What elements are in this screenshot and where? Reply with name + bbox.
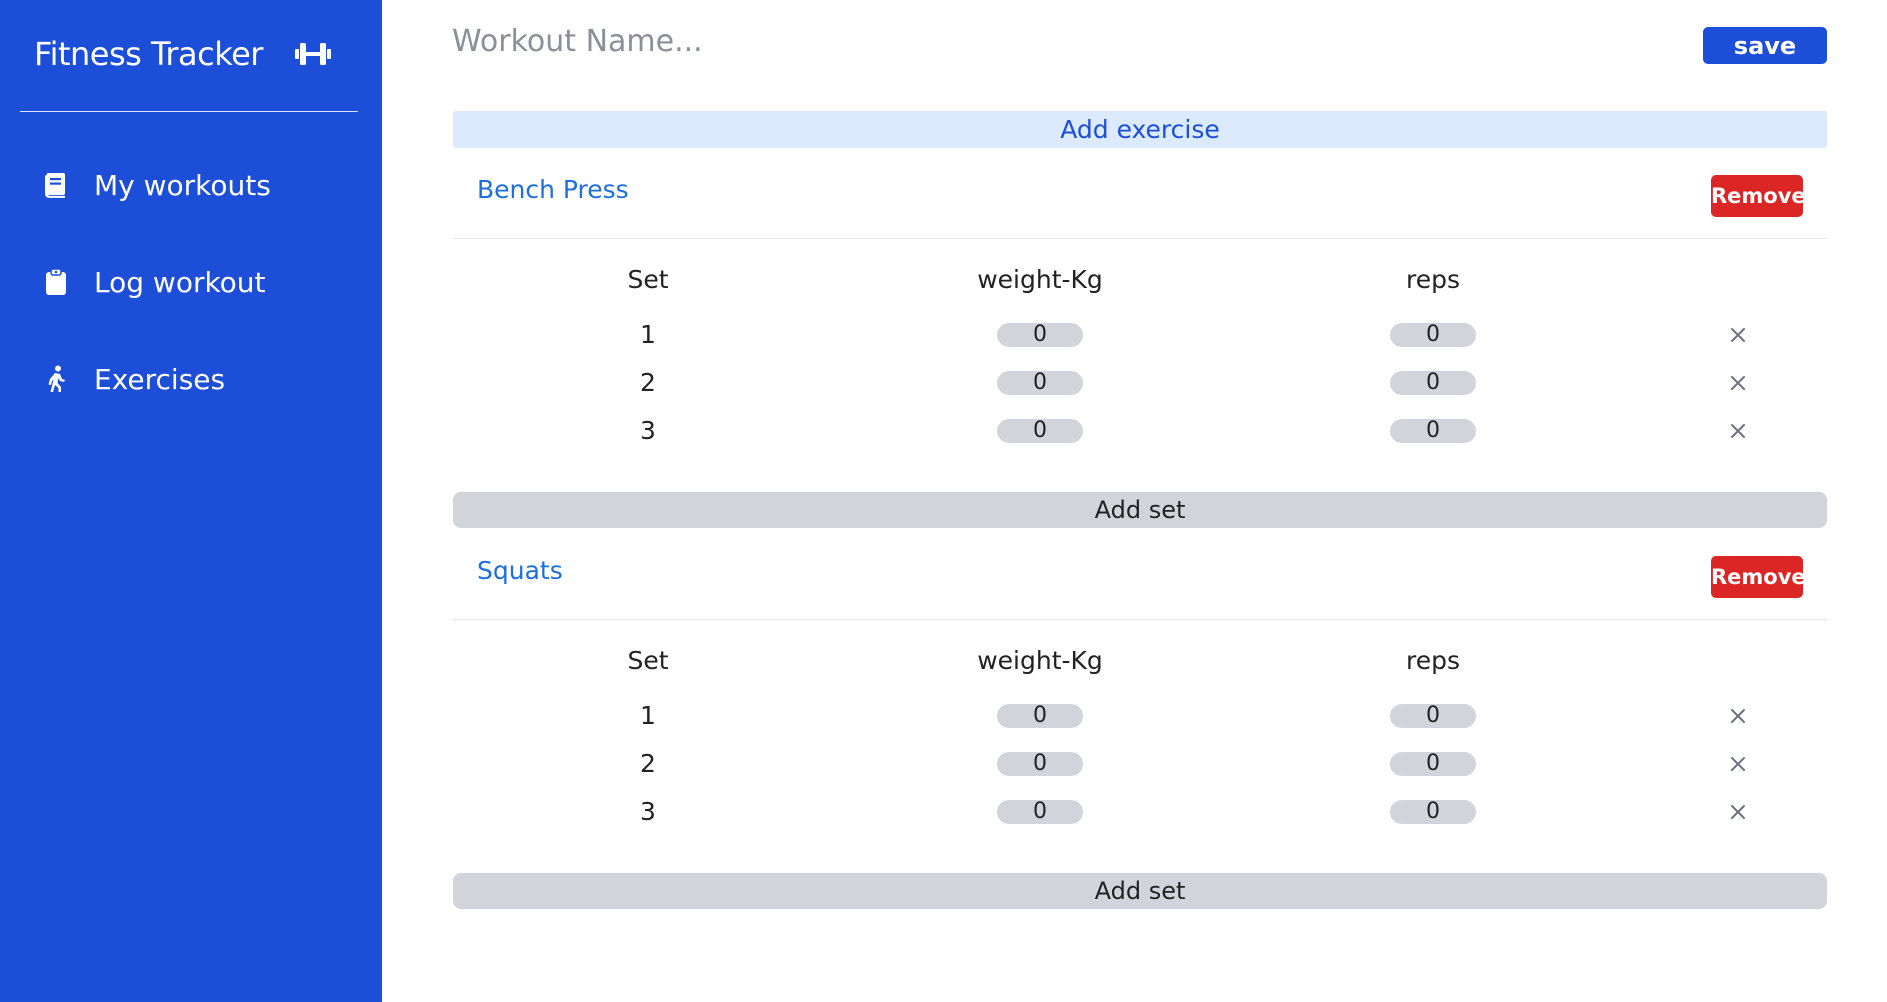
sidebar-item-label: Log workout (94, 265, 266, 299)
exercise-name[interactable]: Bench Press (477, 175, 629, 204)
add-exercise-button[interactable]: Add exercise (453, 111, 1827, 148)
delete-set-icon[interactable] (1721, 795, 1755, 829)
set-number: 3 (640, 797, 656, 826)
main-content: save Add exercise Bench Press Remove Set… (382, 0, 1887, 1002)
exercise-card: Bench Press Remove Set weight-Kg reps 1 … (453, 153, 1827, 528)
column-header-weight: weight-Kg (977, 265, 1103, 294)
set-number: 1 (640, 701, 656, 730)
sidebar-divider (20, 111, 358, 112)
column-header-set: Set (627, 265, 669, 294)
save-button[interactable]: save (1703, 27, 1827, 64)
delete-set-icon[interactable] (1721, 747, 1755, 781)
column-header-reps: reps (1405, 265, 1460, 294)
delete-set-icon[interactable] (1721, 414, 1755, 448)
set-row: 3 0 0 (453, 410, 1827, 450)
sidebar: Fitness Tracker My workouts Log workout … (0, 0, 382, 1002)
set-row: 2 0 0 (453, 362, 1827, 402)
sidebar-item-my-workouts[interactable]: My workouts (42, 165, 271, 205)
reps-input[interactable]: 0 (1390, 323, 1476, 347)
sets-table: Set weight-Kg reps 1 0 0 2 0 0 3 0 0 (453, 239, 1827, 489)
weight-input[interactable]: 0 (997, 371, 1083, 395)
workout-name-input[interactable] (452, 20, 1152, 62)
weight-input[interactable]: 0 (997, 800, 1083, 824)
exercise-header: Squats Remove (453, 534, 1827, 620)
reps-input[interactable]: 0 (1390, 704, 1476, 728)
dumbbell-icon (293, 39, 333, 69)
set-row: 3 0 0 (453, 791, 1827, 831)
exercise-header: Bench Press Remove (453, 153, 1827, 239)
exercise-card: Squats Remove Set weight-Kg reps 1 0 0 2 (453, 534, 1827, 909)
delete-set-icon[interactable] (1721, 366, 1755, 400)
remove-exercise-button[interactable]: Remove (1711, 556, 1806, 598)
sidebar-item-label: Exercises (94, 362, 226, 396)
delete-set-icon[interactable] (1721, 318, 1755, 352)
reps-input[interactable]: 0 (1390, 752, 1476, 776)
weight-input[interactable]: 0 (997, 419, 1083, 443)
column-header-reps: reps (1405, 646, 1460, 675)
set-row: 1 0 0 (453, 695, 1827, 735)
book-icon (42, 170, 70, 200)
add-set-button[interactable]: Add set (453, 492, 1827, 528)
set-row: 1 0 0 (453, 314, 1827, 354)
sets-table: Set weight-Kg reps 1 0 0 2 0 0 3 0 0 (453, 620, 1827, 870)
reps-input[interactable]: 0 (1390, 419, 1476, 443)
set-number: 2 (640, 368, 656, 397)
set-number: 3 (640, 416, 656, 445)
sidebar-item-label: My workouts (94, 168, 271, 202)
walking-icon (42, 364, 70, 394)
sidebar-item-exercises[interactable]: Exercises (42, 359, 225, 399)
delete-set-icon[interactable] (1721, 699, 1755, 733)
column-header-weight: weight-Kg (977, 646, 1103, 675)
sidebar-item-log-workout[interactable]: Log workout (42, 262, 266, 302)
weight-input[interactable]: 0 (997, 704, 1083, 728)
reps-input[interactable]: 0 (1390, 371, 1476, 395)
clipboard-icon (42, 267, 70, 297)
set-row: 2 0 0 (453, 743, 1827, 783)
set-number: 2 (640, 749, 656, 778)
reps-input[interactable]: 0 (1390, 800, 1476, 824)
brand[interactable]: Fitness Tracker (34, 35, 333, 73)
app: Fitness Tracker My workouts Log workout … (0, 0, 1887, 1002)
add-set-button[interactable]: Add set (453, 873, 1827, 909)
weight-input[interactable]: 0 (997, 752, 1083, 776)
column-header-set: Set (627, 646, 669, 675)
remove-exercise-button[interactable]: Remove (1711, 175, 1806, 217)
weight-input[interactable]: 0 (997, 323, 1083, 347)
set-number: 1 (640, 320, 656, 349)
exercise-name[interactable]: Squats (477, 556, 563, 585)
brand-title: Fitness Tracker (34, 35, 263, 73)
